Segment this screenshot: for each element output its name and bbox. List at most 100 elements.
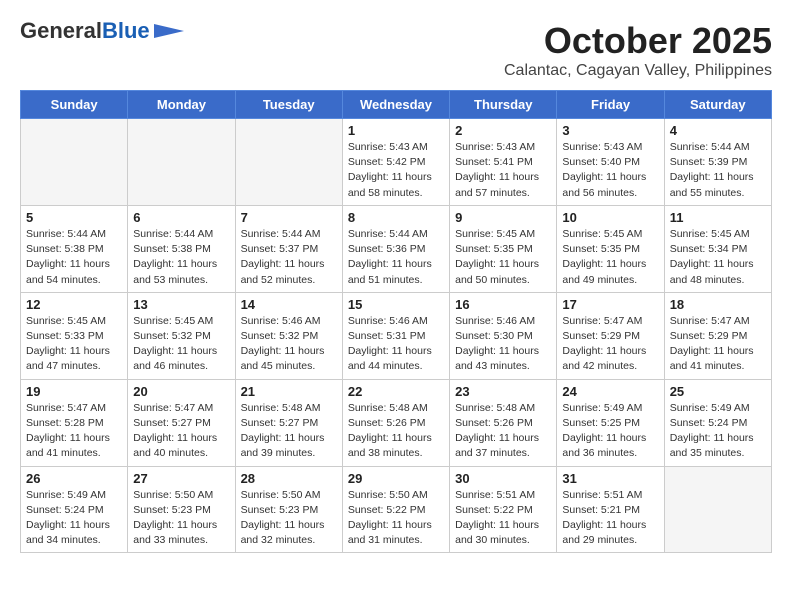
calendar-week-row: 5 Sunrise: 5:44 AM Sunset: 5:38 PM Daylig…	[21, 205, 772, 292]
calendar-cell: 31 Sunrise: 5:51 AM Sunset: 5:21 PM Dayli…	[557, 466, 664, 553]
day-info: Sunrise: 5:47 AM Sunset: 5:29 PM Dayligh…	[562, 314, 658, 375]
day-number: 7	[241, 210, 337, 225]
day-info: Sunrise: 5:47 AM Sunset: 5:29 PM Dayligh…	[670, 314, 766, 375]
day-info: Sunrise: 5:48 AM Sunset: 5:26 PM Dayligh…	[348, 401, 444, 462]
day-number: 9	[455, 210, 551, 225]
weekday-header: Thursday	[450, 91, 557, 119]
calendar-cell: 16 Sunrise: 5:46 AM Sunset: 5:30 PM Dayli…	[450, 292, 557, 379]
day-info: Sunrise: 5:47 AM Sunset: 5:28 PM Dayligh…	[26, 401, 122, 462]
day-info: Sunrise: 5:51 AM Sunset: 5:21 PM Dayligh…	[562, 488, 658, 549]
day-info: Sunrise: 5:49 AM Sunset: 5:25 PM Dayligh…	[562, 401, 658, 462]
calendar-cell: 29 Sunrise: 5:50 AM Sunset: 5:22 PM Dayli…	[342, 466, 449, 553]
calendar-week-row: 19 Sunrise: 5:47 AM Sunset: 5:28 PM Dayli…	[21, 379, 772, 466]
day-info: Sunrise: 5:43 AM Sunset: 5:41 PM Dayligh…	[455, 140, 551, 201]
calendar-cell	[21, 119, 128, 206]
day-info: Sunrise: 5:44 AM Sunset: 5:37 PM Dayligh…	[241, 227, 337, 288]
day-info: Sunrise: 5:46 AM Sunset: 5:31 PM Dayligh…	[348, 314, 444, 375]
day-info: Sunrise: 5:47 AM Sunset: 5:27 PM Dayligh…	[133, 401, 229, 462]
day-number: 12	[26, 297, 122, 312]
day-number: 25	[670, 384, 766, 399]
calendar-cell: 26 Sunrise: 5:49 AM Sunset: 5:24 PM Dayli…	[21, 466, 128, 553]
day-info: Sunrise: 5:46 AM Sunset: 5:30 PM Dayligh…	[455, 314, 551, 375]
day-info: Sunrise: 5:44 AM Sunset: 5:38 PM Dayligh…	[26, 227, 122, 288]
weekday-header: Wednesday	[342, 91, 449, 119]
calendar-cell: 27Sunrise: 5:50 AM Sunset: 5:23 PM Dayli…	[128, 466, 235, 553]
calendar-cell: 30Sunrise: 5:51 AM Sunset: 5:22 PM Dayli…	[450, 466, 557, 553]
calendar-cell: 2 Sunrise: 5:43 AM Sunset: 5:41 PM Daylig…	[450, 119, 557, 206]
day-number: 19	[26, 384, 122, 399]
weekday-header: Friday	[557, 91, 664, 119]
day-number: 3	[562, 123, 658, 138]
day-info: Sunrise: 5:49 AM Sunset: 5:24 PM Dayligh…	[670, 401, 766, 462]
day-number: 6	[133, 210, 229, 225]
day-info: Sunrise: 5:45 AM Sunset: 5:33 PM Dayligh…	[26, 314, 122, 375]
calendar-cell: 1 Sunrise: 5:43 AM Sunset: 5:42 PM Daylig…	[342, 119, 449, 206]
day-number: 8	[348, 210, 444, 225]
day-number: 23	[455, 384, 551, 399]
calendar-cell: 14 Sunrise: 5:46 AM Sunset: 5:32 PM Dayli…	[235, 292, 342, 379]
calendar-cell: 20 Sunrise: 5:47 AM Sunset: 5:27 PM Dayli…	[128, 379, 235, 466]
day-info: Sunrise: 5:45 AM Sunset: 5:35 PM Dayligh…	[562, 227, 658, 288]
calendar-cell: 23 Sunrise: 5:48 AM Sunset: 5:26 PM Dayli…	[450, 379, 557, 466]
day-number: 15	[348, 297, 444, 312]
day-number: 27	[133, 471, 229, 486]
day-info: Sunrise: 5:51 AM Sunset: 5:22 PM Dayligh…	[455, 488, 551, 549]
logo-icon	[154, 24, 184, 38]
day-number: 22	[348, 384, 444, 399]
calendar-cell	[128, 119, 235, 206]
day-info: Sunrise: 5:43 AM Sunset: 5:40 PM Dayligh…	[562, 140, 658, 201]
weekday-header: Saturday	[664, 91, 771, 119]
day-number: 16	[455, 297, 551, 312]
day-info: Sunrise: 5:45 AM Sunset: 5:32 PM Dayligh…	[133, 314, 229, 375]
calendar-cell: 28 Sunrise: 5:50 AM Sunset: 5:23 PM Dayli…	[235, 466, 342, 553]
day-number: 11	[670, 210, 766, 225]
calendar-week-row: 26 Sunrise: 5:49 AM Sunset: 5:24 PM Dayli…	[21, 466, 772, 553]
day-info: Sunrise: 5:49 AM Sunset: 5:24 PM Dayligh…	[26, 488, 122, 549]
day-info: Sunrise: 5:50 AM Sunset: 5:23 PM Dayligh…	[241, 488, 337, 549]
calendar-body: 1 Sunrise: 5:43 AM Sunset: 5:42 PM Daylig…	[21, 119, 772, 553]
day-number: 18	[670, 297, 766, 312]
calendar-cell: 22 Sunrise: 5:48 AM Sunset: 5:26 PM Dayli…	[342, 379, 449, 466]
calendar-cell: 18 Sunrise: 5:47 AM Sunset: 5:29 PM Dayli…	[664, 292, 771, 379]
calendar-cell: 12 Sunrise: 5:45 AM Sunset: 5:33 PM Dayli…	[21, 292, 128, 379]
day-number: 20	[133, 384, 229, 399]
day-info: Sunrise: 5:45 AM Sunset: 5:34 PM Dayligh…	[670, 227, 766, 288]
day-number: 17	[562, 297, 658, 312]
calendar-cell: 5 Sunrise: 5:44 AM Sunset: 5:38 PM Daylig…	[21, 205, 128, 292]
title-block: October 2025 Calantac, Cagayan Valley, P…	[504, 20, 772, 80]
calendar-cell: 3 Sunrise: 5:43 AM Sunset: 5:40 PM Daylig…	[557, 119, 664, 206]
day-number: 29	[348, 471, 444, 486]
calendar-cell: 13Sunrise: 5:45 AM Sunset: 5:32 PM Dayli…	[128, 292, 235, 379]
calendar-cell: 7 Sunrise: 5:44 AM Sunset: 5:37 PM Daylig…	[235, 205, 342, 292]
weekday-row: SundayMondayTuesdayWednesdayThursdayFrid…	[21, 91, 772, 119]
day-info: Sunrise: 5:50 AM Sunset: 5:22 PM Dayligh…	[348, 488, 444, 549]
page-header: GeneralBlue October 2025 Calantac, Cagay…	[20, 20, 772, 80]
location-title: Calantac, Cagayan Valley, Philippines	[504, 62, 772, 80]
weekday-header: Sunday	[21, 91, 128, 119]
month-title: October 2025	[504, 20, 772, 62]
day-number: 5	[26, 210, 122, 225]
calendar-cell: 25 Sunrise: 5:49 AM Sunset: 5:24 PM Dayli…	[664, 379, 771, 466]
calendar-cell: 21Sunrise: 5:48 AM Sunset: 5:27 PM Dayli…	[235, 379, 342, 466]
day-number: 31	[562, 471, 658, 486]
day-number: 10	[562, 210, 658, 225]
calendar-cell: 6Sunrise: 5:44 AM Sunset: 5:38 PM Daylig…	[128, 205, 235, 292]
day-info: Sunrise: 5:46 AM Sunset: 5:32 PM Dayligh…	[241, 314, 337, 375]
day-info: Sunrise: 5:48 AM Sunset: 5:26 PM Dayligh…	[455, 401, 551, 462]
calendar-week-row: 12 Sunrise: 5:45 AM Sunset: 5:33 PM Dayli…	[21, 292, 772, 379]
day-number: 26	[26, 471, 122, 486]
day-number: 24	[562, 384, 658, 399]
calendar-cell: 11 Sunrise: 5:45 AM Sunset: 5:34 PM Dayli…	[664, 205, 771, 292]
day-number: 1	[348, 123, 444, 138]
day-info: Sunrise: 5:48 AM Sunset: 5:27 PM Dayligh…	[241, 401, 337, 462]
day-number: 2	[455, 123, 551, 138]
day-number: 4	[670, 123, 766, 138]
logo: GeneralBlue	[20, 20, 184, 42]
day-number: 28	[241, 471, 337, 486]
day-number: 14	[241, 297, 337, 312]
calendar-week-row: 1 Sunrise: 5:43 AM Sunset: 5:42 PM Daylig…	[21, 119, 772, 206]
calendar-cell: 24 Sunrise: 5:49 AM Sunset: 5:25 PM Dayli…	[557, 379, 664, 466]
calendar-header: SundayMondayTuesdayWednesdayThursdayFrid…	[21, 91, 772, 119]
day-info: Sunrise: 5:43 AM Sunset: 5:42 PM Dayligh…	[348, 140, 444, 201]
calendar-cell	[235, 119, 342, 206]
